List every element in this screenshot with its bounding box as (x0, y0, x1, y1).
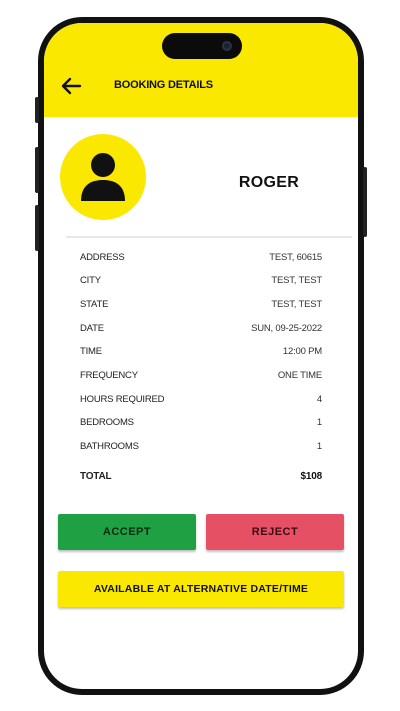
detail-label: BEDROOMS (80, 416, 134, 428)
detail-value: 12:00 PM (282, 345, 322, 357)
avatar (60, 134, 146, 220)
detail-label: STATE (80, 298, 109, 310)
mute-switch (35, 97, 39, 123)
detail-value: TEST, TEST (271, 274, 322, 286)
detail-label: TIME (80, 345, 102, 357)
total-label: TOTAL (80, 470, 112, 482)
dynamic-island (162, 33, 242, 59)
divider (66, 236, 352, 238)
detail-row-bathrooms: BATHROOMS 1 (80, 439, 322, 453)
detail-value: TEST, 60615 (269, 251, 322, 263)
accept-button[interactable]: ACCEPT (58, 514, 196, 550)
detail-value: ONE TIME (277, 369, 322, 381)
detail-label: FREQUENCY (80, 369, 138, 381)
detail-label: HOURS REQUIRED (80, 393, 165, 405)
detail-label: CITY (80, 274, 101, 286)
back-button[interactable] (58, 73, 84, 99)
detail-row-date: DATE SUN, 09-25-2022 (80, 321, 322, 335)
detail-value: 1 (316, 440, 322, 452)
detail-row-hours: HOURS REQUIRED 4 (80, 392, 322, 406)
customer-name: ROGER (238, 174, 300, 191)
detail-row-bedrooms: BEDROOMS 1 (80, 415, 322, 429)
detail-row-frequency: FREQUENCY ONE TIME (80, 368, 322, 382)
detail-row-state: STATE TEST, TEST (80, 297, 322, 311)
app-screen: BOOKING DETAILS ROGER ADDRESS TEST, 6061… (44, 23, 358, 689)
detail-row-address: ADDRESS TEST, 60615 (80, 250, 322, 264)
detail-value: SUN, 09-25-2022 (251, 322, 322, 334)
arrow-left-icon (61, 77, 82, 95)
detail-value: TEST, TEST (271, 298, 322, 310)
total-value: $108 (300, 470, 323, 482)
detail-value: 4 (316, 393, 322, 405)
detail-label: BATHROOMS (80, 440, 139, 452)
volume-up-button (35, 147, 39, 193)
detail-label: DATE (80, 322, 104, 334)
camera-icon (222, 41, 232, 51)
detail-row-total: TOTAL $108 (80, 469, 322, 483)
detail-row-time: TIME 12:00 PM (80, 344, 322, 358)
power-button (363, 167, 367, 237)
detail-row-city: CITY TEST, TEST (80, 273, 322, 287)
phone-frame: BOOKING DETAILS ROGER ADDRESS TEST, 6061… (35, 17, 367, 695)
volume-down-button (35, 205, 39, 251)
page-title: BOOKING DETAILS (114, 79, 213, 91)
reject-button[interactable]: REJECT (206, 514, 344, 550)
person-icon (81, 153, 125, 201)
detail-label: ADDRESS (80, 251, 125, 263)
alternative-datetime-button[interactable]: AVAILABLE AT ALTERNATIVE DATE/TIME (58, 571, 344, 607)
detail-value: 1 (316, 416, 322, 428)
